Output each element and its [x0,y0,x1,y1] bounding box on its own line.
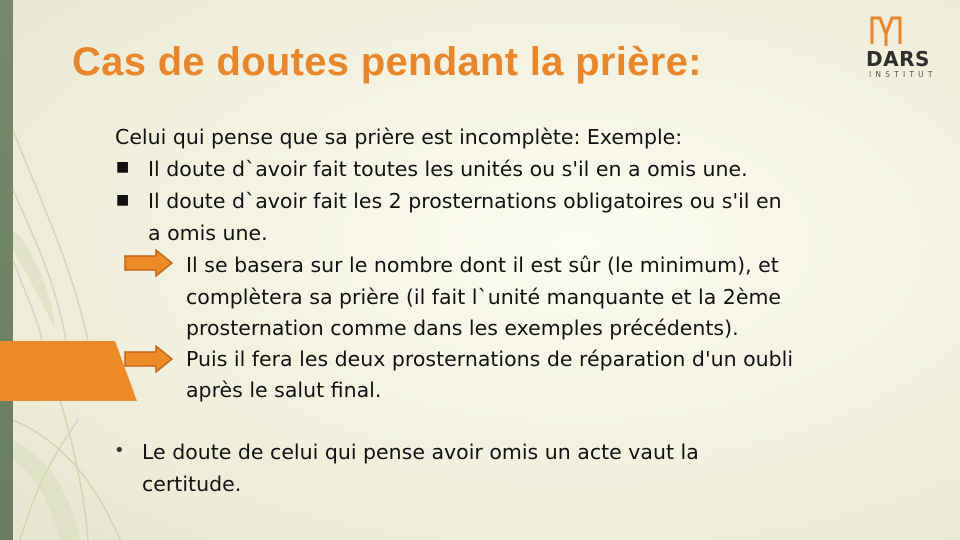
orange-accent-tab [0,341,137,401]
bullet-2-line-1: Il doute d`avoir fait les 2 prosternatio… [148,189,782,213]
square-bullet-icon: ■ [116,192,130,208]
logo-subtitle: INSTITUT [869,70,937,79]
right-arrow-icon [124,345,174,373]
slide-title: Cas de doutes pendant la prière: [72,40,702,84]
bullet-1-line-1: Il doute d`avoir fait toutes les unités … [148,157,748,181]
intro-line: Celui qui pense que sa prière est incomp… [115,125,683,149]
arrow-1-line-2: complètera sa prière (il fait l`unité ma… [186,285,782,309]
left-decor-bar [0,0,13,540]
right-arrow-icon [124,249,174,277]
logo-name: DARS [866,47,930,71]
arrow-1-line-1: Il se basera sur le nombre dont il est s… [186,253,779,277]
arrow-1-line-3: prosternation comme dans les exemples pr… [186,316,739,340]
arrow-2-line-2: après le salut final. [186,378,382,402]
bullet-2-line-2: a omis une. [148,221,268,245]
round-bullet-icon: • [114,440,125,461]
final-bullet-line-1: Le doute de celui qui pense avoir omis u… [142,440,699,464]
slide: Cas de doutes pendant la prière: DARS IN… [0,0,960,540]
final-bullet-line-2: certitude. [142,472,242,496]
arrow-2-line-1: Puis il fera les deux prosternations de … [186,347,794,371]
square-bullet-icon: ■ [116,159,130,175]
